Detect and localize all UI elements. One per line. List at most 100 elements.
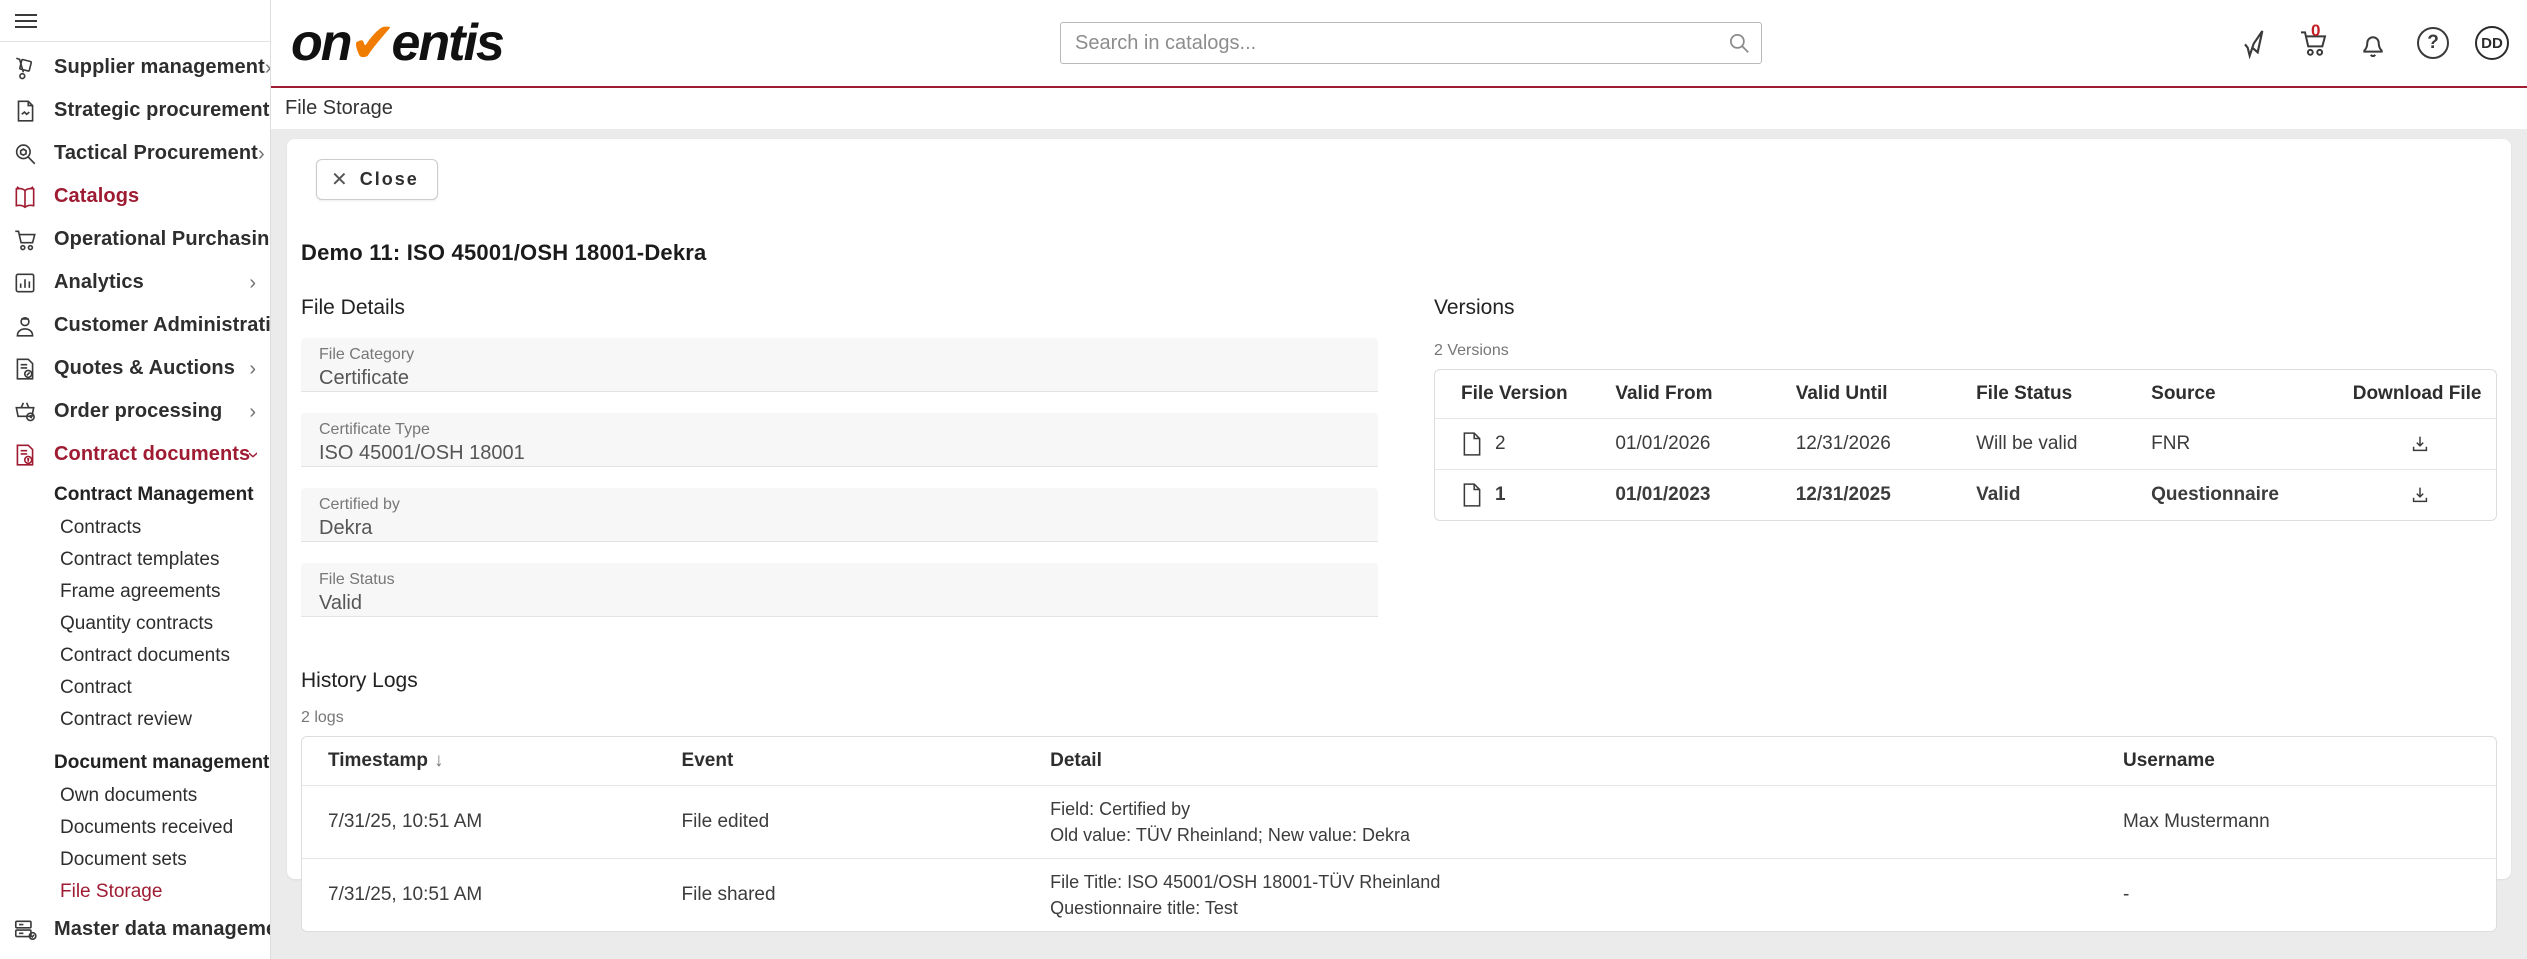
sidebar-item-label: Order processing	[54, 400, 249, 423]
header-actions: 0 ? DD	[2235, 25, 2509, 61]
sidebar: Supplier management › Strategic procurem…	[0, 0, 271, 959]
sidebar-subitem-contract[interactable]: Contract	[0, 672, 270, 704]
avatar[interactable]: DD	[2475, 26, 2509, 60]
cart-icon[interactable]: 0	[2295, 25, 2331, 61]
field-file-category: File Category Certificate	[301, 338, 1378, 392]
sidebar-subitem-contract-templates[interactable]: Contract templates	[0, 544, 270, 576]
open-book-icon	[12, 182, 44, 212]
sidebar-item-label: Operational Purchasing	[54, 228, 271, 251]
page-title: Demo 11: ISO 45001/OSH 18001-Dekra	[301, 240, 2497, 266]
versions-table: File Version Valid From Valid Until File…	[1434, 369, 2497, 521]
logo-text: on	[291, 13, 351, 73]
sidebar-item-label: Tactical Procurement	[54, 142, 258, 165]
versions-header-row: File Version Valid From Valid Until File…	[1435, 370, 2496, 418]
history-logs-section: History Logs 2 logs Timestamp↓ Event Det…	[301, 669, 2497, 932]
sidebar-item-master-data-management[interactable]: Master data management ›	[0, 908, 270, 951]
close-icon: ✕	[331, 167, 348, 192]
history-heading: History Logs	[301, 669, 2497, 693]
help-icon[interactable]: ?	[2415, 25, 2451, 61]
close-button[interactable]: ✕ Close	[316, 159, 438, 200]
download-icon	[2409, 484, 2431, 506]
file-icon	[1461, 483, 1483, 507]
sidebar-item-operational-purchasing[interactable]: Operational Purchasing ›	[0, 218, 270, 261]
sidebar-item-strategic-procurement[interactable]: Strategic procurement ›	[0, 89, 270, 132]
sidebar-group-contract-management: Contract Management	[0, 476, 270, 512]
download-file-button[interactable]	[2405, 429, 2435, 459]
notifications-bell-icon[interactable]	[2355, 25, 2391, 61]
sidebar-item-label: Master data management	[54, 918, 271, 941]
file-detail-panel: ✕ Close Demo 11: ISO 45001/OSH 18001-Dek…	[287, 139, 2511, 879]
history-header-row: Timestamp↓ Event Detail Username	[302, 737, 2496, 785]
sort-desc-icon: ↓	[434, 750, 444, 771]
sidebar-subitem-contracts[interactable]: Contracts	[0, 512, 270, 544]
search-box-icon	[12, 139, 44, 169]
hamburger-menu-icon[interactable]	[0, 0, 270, 42]
sidebar-subitem-document-sets[interactable]: Document sets	[0, 844, 270, 876]
sidebar-subitem-file-storage[interactable]: File Storage	[0, 876, 270, 908]
file-details-heading: File Details	[301, 296, 1378, 320]
sidebar-group-document-management: Document management	[0, 736, 270, 780]
versions-heading: Versions	[1434, 296, 2497, 320]
server-stack-icon	[12, 915, 44, 945]
sidebar-subitem-quantity-contracts[interactable]: Quantity contracts	[0, 608, 270, 640]
onventis-logo: on✔entis	[291, 13, 503, 73]
field-certified-by: Certified by Dekra	[301, 488, 1378, 542]
sidebar-item-contract-documents[interactable]: Contract documents ›	[0, 433, 270, 476]
breadcrumb-bar: File Storage	[271, 88, 2527, 129]
sidebar-item-label: Analytics	[54, 271, 249, 294]
file-icon	[1461, 432, 1483, 456]
close-label: Close	[360, 169, 419, 190]
version-row[interactable]: 2 01/01/2026 12/31/2026 Will be valid FN…	[1435, 418, 2496, 469]
content-area: ✕ Close Demo 11: ISO 45001/OSH 18001-Dek…	[271, 129, 2527, 959]
breadcrumb[interactable]: File Storage	[285, 97, 393, 120]
sidebar-subitem-contract-review[interactable]: Contract review	[0, 704, 270, 736]
sidebar-item-analytics[interactable]: Analytics ›	[0, 261, 270, 304]
chevron-right-icon: ›	[249, 359, 256, 379]
timestamp-sort-header[interactable]: Timestamp↓	[302, 737, 682, 785]
document-percent-icon	[12, 354, 44, 384]
basket-clock-icon	[12, 397, 44, 427]
sidebar-subitem-documents-received[interactable]: Documents received	[0, 812, 270, 844]
search-icon[interactable]	[1726, 30, 1752, 56]
sidebar-subitem-contract-documents[interactable]: Contract documents	[0, 640, 270, 672]
app-window: Supplier management › Strategic procurem…	[0, 0, 2527, 959]
sidebar-item-catalogs[interactable]: Catalogs	[0, 175, 270, 218]
hamburger-bars	[15, 14, 37, 28]
sidebar-item-label: Contract documents	[54, 443, 250, 466]
catalog-search	[1060, 22, 1762, 64]
version-row[interactable]: 1 01/01/2023 12/31/2025 Valid Questionna…	[1435, 469, 2496, 520]
search-input[interactable]	[1060, 22, 1762, 64]
approvals-check-icon[interactable]	[2235, 25, 2271, 61]
download-file-button[interactable]	[2405, 480, 2435, 510]
sidebar-item-supplier-management[interactable]: Supplier management ›	[0, 46, 270, 89]
logo-checkmark-icon: ✔	[350, 18, 395, 68]
sidebar-subitem-frame-agreements[interactable]: Frame agreements	[0, 576, 270, 608]
download-icon	[2409, 433, 2431, 455]
document-dollar-icon	[12, 440, 44, 470]
sidebar-item-label: Supplier management	[54, 56, 265, 79]
history-row[interactable]: 7/31/25, 10:51 AM File edited Field: Cer…	[302, 785, 2496, 858]
history-table: Timestamp↓ Event Detail Username 7/31/25…	[301, 736, 2497, 932]
logo-text: entis	[391, 13, 502, 73]
sidebar-item-quotes-auctions[interactable]: Quotes & Auctions ›	[0, 347, 270, 390]
sidebar-item-configuration[interactable]: Configuration ›	[0, 951, 270, 959]
chevron-right-icon: ›	[249, 273, 256, 293]
chevron-right-icon: ›	[258, 144, 265, 164]
document-handshake-icon	[12, 96, 44, 126]
sidebar-item-order-processing[interactable]: Order processing ›	[0, 390, 270, 433]
sidebar-subitem-own-documents[interactable]: Own documents	[0, 780, 270, 812]
sidebar-item-tactical-procurement[interactable]: Tactical Procurement ›	[0, 132, 270, 175]
top-header: on✔entis 0 ?	[271, 0, 2527, 88]
field-certificate-type: Certificate Type ISO 45001/OSH 18001	[301, 413, 1378, 467]
history-row[interactable]: 7/31/25, 10:51 AM File shared File Title…	[302, 858, 2496, 931]
sidebar-item-customer-administration[interactable]: Customer Administration ›	[0, 304, 270, 347]
chevron-down-icon: ›	[244, 451, 264, 458]
sidebar-item-label: Strategic procurement	[54, 99, 270, 122]
shopping-cart-icon	[12, 225, 44, 255]
bar-chart-icon	[12, 268, 44, 298]
versions-count: 2 Versions	[1434, 342, 2497, 360]
sidebar-item-label: Customer Administration	[54, 314, 271, 337]
history-count: 2 logs	[301, 709, 2497, 727]
file-details-section: File Details File Category Certificate C…	[301, 296, 1378, 617]
person-icon	[12, 311, 44, 341]
